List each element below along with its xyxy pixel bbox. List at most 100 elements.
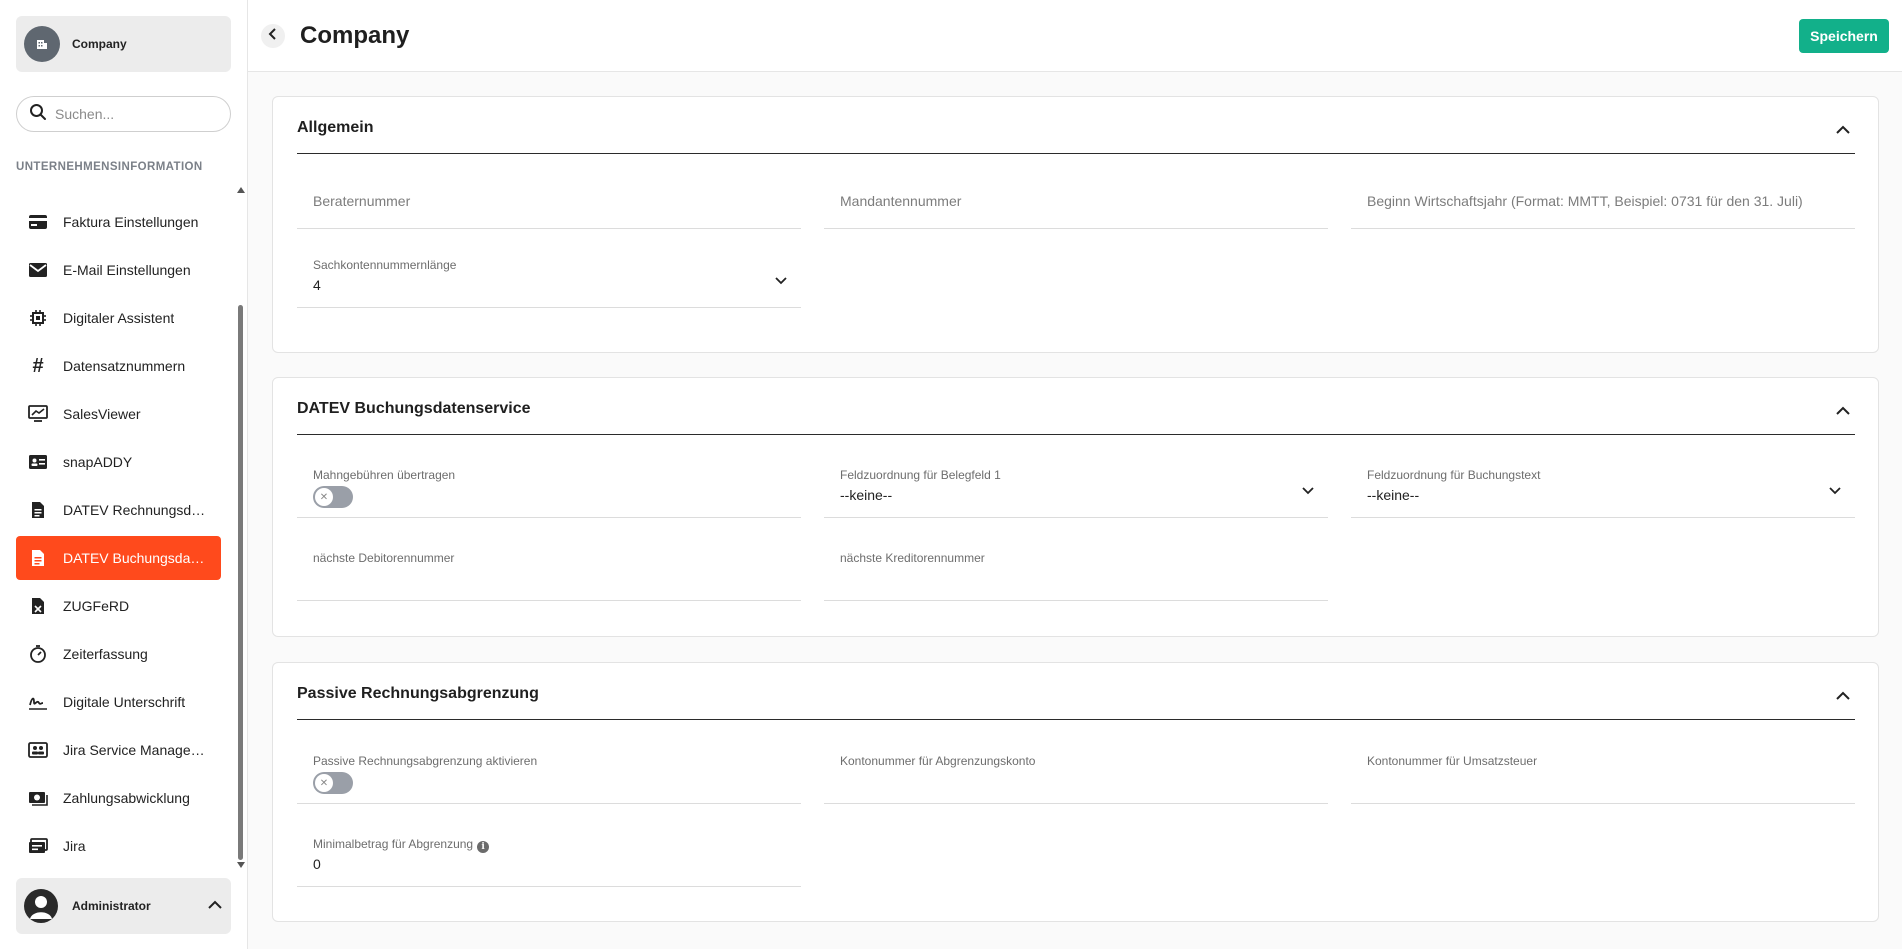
money-icon <box>28 788 48 808</box>
search-icon <box>29 103 47 126</box>
field-value: 4 <box>313 277 321 293</box>
panel-allgemein: Allgemein Beraternummer Mandantennummer … <box>272 96 1879 353</box>
field-label: Minimalbetrag für Abgrenzung i <box>313 837 490 853</box>
panel-header: DATEV Buchungsdatenservice <box>297 378 1855 435</box>
belegfeld-select[interactable]: Feldzuordnung für Belegfeld 1 --keine-- <box>824 460 1328 518</box>
sachkonten-select[interactable]: Sachkontennummernlänge 4 <box>297 250 801 308</box>
berater-field[interactable]: Beraternummer <box>297 171 801 229</box>
kreditor-field[interactable]: nächste Kreditorennummer <box>824 543 1328 601</box>
close-icon: ✕ <box>315 774 333 792</box>
chevron-down-icon <box>1829 482 1841 500</box>
field-label: Kontonummer für Umsatzsteuer <box>1367 754 1538 768</box>
sidebar-item-zeiterfassung[interactable]: Zeiterfassung <box>16 632 221 676</box>
scroll-up-arrow[interactable] <box>237 187 245 193</box>
sidebar-scrollbar[interactable] <box>238 305 243 860</box>
minimalbetrag-label: Minimalbetrag für Abgrenzung <box>313 837 474 851</box>
chevron-up-icon[interactable] <box>1831 117 1855 141</box>
sidebar-item-jira[interactable]: Jira <box>16 824 221 868</box>
chevron-down-icon <box>775 272 787 290</box>
umsatzsteuer-field[interactable]: Kontonummer für Umsatzsteuer <box>1351 746 1855 804</box>
mandanten-field[interactable]: Mandantennummer <box>824 171 1328 229</box>
chevron-up-icon[interactable] <box>1831 683 1855 707</box>
search-box[interactable] <box>16 96 231 132</box>
panel-title: DATEV Buchungsdatenservice <box>297 400 531 417</box>
field-value: --keine-- <box>1367 487 1420 503</box>
section-label: UNTERNEHMENSINFORMATION <box>16 161 203 173</box>
debitor-field[interactable]: nächste Debitorennummer <box>297 543 801 601</box>
document-icon <box>28 548 48 568</box>
panel-title: Allgemein <box>297 119 374 136</box>
sidebar-item-datev-buchungsdatenservice[interactable]: DATEV Buchungsdatenservice <box>16 536 221 580</box>
building-icon <box>24 26 60 62</box>
scroll-down-arrow[interactable] <box>237 862 245 868</box>
sidebar-item-jira-service-management[interactable]: Jira Service Management <box>16 728 221 772</box>
sidebar-item-snapaddy[interactable]: snapADDY <box>16 440 221 484</box>
sidebar-item-e-mail-einstellungen[interactable]: E-Mail Einstellungen <box>16 248 221 292</box>
field-placeholder: Beraternummer <box>313 193 411 209</box>
chip-icon <box>28 308 48 328</box>
file-x-icon <box>28 596 48 616</box>
field-label: Kontonummer für Abgrenzungskonto <box>840 754 1036 768</box>
sidebar-nav: Faktura Einstellungen E-Mail Einstellung… <box>16 200 221 872</box>
id-card-icon <box>28 452 48 472</box>
sidebar-item-salesviewer[interactable]: SalesViewer <box>16 392 221 436</box>
field-label: nächste Kreditorennummer <box>840 551 985 565</box>
sidebar-item-digitale-unterschrift[interactable]: Digitale Unterschrift <box>16 680 221 724</box>
mahngebuehren-field: Mahngebühren übertragen ✕ <box>297 460 801 518</box>
user-avatar-icon <box>24 889 58 923</box>
field-value: --keine-- <box>840 487 893 503</box>
field-label: Sachkontennummernlänge <box>313 258 457 272</box>
user-menu[interactable]: Administrator <box>16 878 231 934</box>
timer-icon <box>28 644 48 664</box>
minimalbetrag-field[interactable]: Minimalbetrag für Abgrenzung i 0 <box>297 829 801 887</box>
sidebar-item-datensatznummern[interactable]: # Datensatznummern <box>16 344 221 388</box>
passive-aktivieren-field: Passive Rechnungsabgrenzung aktivieren ✕ <box>297 746 801 804</box>
mail-icon <box>28 260 48 280</box>
sidebar: Company UNTERNEHMENSINFORMATION Faktura … <box>0 0 248 949</box>
field-label: Mahngebühren übertragen <box>313 468 456 482</box>
page-header: Company Speichern <box>248 0 1902 72</box>
sidebar-item-digitaler-assistent[interactable]: Digitaler Assistent <box>16 296 221 340</box>
search-input[interactable] <box>55 106 215 122</box>
sidebar-item-zugferd[interactable]: ZUGFeRD <box>16 584 221 628</box>
document-icon <box>28 500 48 520</box>
panel-datev-buchungsdatenservice: DATEV Buchungsdatenservice Mahngebühren … <box>272 377 1879 637</box>
chart-monitor-icon <box>28 404 48 424</box>
info-icon[interactable]: i <box>477 841 490 853</box>
field-placeholder: Beginn Wirtschaftsjahr (Format: MMTT, Be… <box>1367 193 1803 209</box>
save-button[interactable]: Speichern <box>1799 19 1889 53</box>
field-label: Feldzuordnung für Buchungstext <box>1367 468 1541 482</box>
contacts-icon <box>28 740 48 760</box>
mahngebuehren-toggle[interactable]: ✕ <box>313 486 353 508</box>
wirtschaftsjahr-field[interactable]: Beginn Wirtschaftsjahr (Format: MMTT, Be… <box>1351 171 1855 229</box>
back-button[interactable] <box>261 24 285 48</box>
chevron-left-icon <box>268 27 278 45</box>
chevron-up-icon[interactable] <box>207 897 223 915</box>
sidebar-item-datev-rechnungsdatenservice[interactable]: DATEV Rechnungsdatenservice <box>16 488 221 532</box>
field-label: Feldzuordnung für Belegfeld 1 <box>840 468 1001 482</box>
field-placeholder: Mandantennummer <box>840 193 962 209</box>
chevron-up-icon[interactable] <box>1831 398 1855 422</box>
buchungstext-select[interactable]: Feldzuordnung für Buchungstext --keine-- <box>1351 460 1855 518</box>
card-icon <box>28 212 48 232</box>
passive-aktivieren-toggle[interactable]: ✕ <box>313 772 353 794</box>
company-switcher[interactable]: Company <box>16 16 231 72</box>
chevron-down-icon <box>1302 482 1314 500</box>
hash-icon: # <box>32 354 44 377</box>
panel-header: Allgemein <box>297 97 1855 154</box>
field-label: Passive Rechnungsabgrenzung aktivieren <box>313 754 538 768</box>
panel-header: Passive Rechnungsabgrenzung <box>297 663 1855 720</box>
server-icon <box>28 836 48 856</box>
signature-icon <box>28 692 48 712</box>
close-icon: ✕ <box>315 488 333 506</box>
abgrenzungskonto-field[interactable]: Kontonummer für Abgrenzungskonto <box>824 746 1328 804</box>
panel-passive-rechnungsabgrenzung: Passive Rechnungsabgrenzung Passive Rech… <box>272 662 1879 922</box>
user-name: Administrator <box>72 899 151 913</box>
page-title: Company <box>300 22 410 49</box>
field-label: nächste Debitorennummer <box>313 551 455 565</box>
company-name: Company <box>72 37 127 51</box>
field-value: 0 <box>313 856 321 872</box>
sidebar-item-zahlungsabwicklung[interactable]: Zahlungsabwicklung <box>16 776 221 820</box>
sidebar-item-faktura-einstellungen[interactable]: Faktura Einstellungen <box>16 200 221 244</box>
panel-title: Passive Rechnungsabgrenzung <box>297 685 539 702</box>
